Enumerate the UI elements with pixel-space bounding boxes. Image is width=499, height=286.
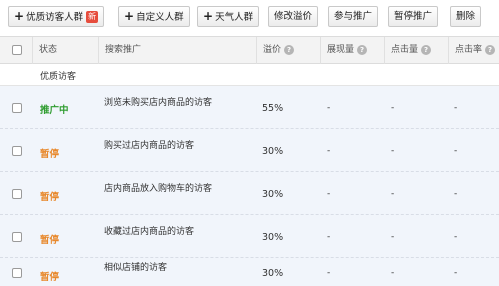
group-label: 优质访客: [40, 72, 77, 82]
table-row[interactable]: 暂停 店内商品放入购物车的访客 30% - - -: [0, 172, 499, 215]
header-search-promotion: 搜索推广: [98, 37, 256, 64]
toolbar: + 优质访客人群新 + 自定义人群 + 天气人群 修改溢价 参与推广 暂停推广 删除: [0, 0, 499, 34]
premium-value[interactable]: 30%: [262, 268, 283, 279]
impressions-value: -: [327, 189, 331, 199]
plus-icon: +: [124, 9, 135, 23]
clicks-value: -: [391, 103, 395, 113]
impressions-value: -: [327, 146, 331, 156]
impressions-value: -: [327, 103, 331, 113]
impressions-value: -: [327, 268, 331, 278]
row-checkbox[interactable]: [12, 103, 22, 113]
audience-name: 收藏过店内商品的访客: [104, 227, 195, 237]
row-checkbox[interactable]: [12, 189, 22, 199]
ctr-value: -: [454, 189, 458, 199]
premium-value[interactable]: 30%: [262, 232, 283, 243]
clicks-value: -: [391, 146, 395, 156]
audience-name: 浏览未购买店内商品的访客: [104, 98, 213, 108]
edit-premium-label: 修改溢价: [274, 11, 313, 22]
add-quality-visitors-button[interactable]: + 优质访客人群新: [8, 6, 105, 27]
join-promotion-label: 参与推广: [334, 11, 373, 22]
plus-icon: +: [203, 9, 214, 23]
premium-value[interactable]: 55%: [262, 103, 283, 114]
add-custom-audience-label: 自定义人群: [136, 12, 184, 23]
premium-value[interactable]: 30%: [262, 146, 283, 157]
help-icon[interactable]: ?: [485, 45, 496, 55]
header-status: 状态: [32, 37, 98, 64]
join-promotion-button[interactable]: 参与推广: [328, 6, 379, 27]
status-badge: 推广中: [40, 105, 69, 116]
help-icon[interactable]: ?: [421, 45, 432, 55]
header-impressions[interactable]: 展现量?: [320, 37, 384, 64]
clicks-value: -: [391, 268, 395, 278]
row-checkbox[interactable]: [12, 232, 22, 242]
pause-promotion-button[interactable]: 暂停推广: [388, 6, 439, 27]
table-row[interactable]: 暂停 购买过店内商品的访客 30% - - -: [0, 129, 499, 172]
delete-label: 删除: [456, 11, 476, 22]
row-checkbox[interactable]: [12, 146, 22, 156]
impressions-value: -: [327, 232, 331, 242]
table-row[interactable]: 推广中 浏览未购买店内商品的访客 55% - - -: [0, 86, 499, 129]
group-row-quality-visitors: 优质访客: [0, 64, 499, 86]
delete-button[interactable]: 删除: [450, 6, 482, 27]
table-row[interactable]: 暂停 相似店铺的访客 30% - - -: [0, 258, 499, 286]
ctr-value: -: [454, 146, 458, 156]
add-custom-audience-button[interactable]: + 自定义人群: [118, 6, 190, 27]
add-weather-audience-label: 天气人群: [215, 12, 254, 23]
table-header: 状态 搜索推广 溢价? 展现量? 点击量? 点击率?: [0, 36, 499, 64]
header-ctr[interactable]: 点击率?: [448, 37, 499, 64]
status-badge: 暂停: [40, 272, 60, 283]
edit-premium-button[interactable]: 修改溢价: [268, 6, 319, 27]
premium-value[interactable]: 30%: [262, 189, 283, 200]
new-badge: 新: [86, 11, 99, 23]
ctr-value: -: [454, 268, 458, 278]
ctr-value: -: [454, 103, 458, 113]
pause-promotion-label: 暂停推广: [394, 11, 433, 22]
help-icon[interactable]: ?: [357, 45, 368, 55]
table-row[interactable]: 暂停 收藏过店内商品的访客 30% - - -: [0, 215, 499, 258]
audience-name: 相似店铺的访客: [104, 263, 168, 273]
select-all-checkbox[interactable]: [12, 45, 22, 55]
clicks-value: -: [391, 189, 395, 199]
audience-name: 店内商品放入购物车的访客: [104, 184, 213, 194]
status-badge: 暂停: [40, 235, 60, 246]
add-weather-audience-button[interactable]: + 天气人群: [197, 6, 260, 27]
add-quality-visitors-label: 优质访客人群: [26, 12, 84, 23]
status-badge: 暂停: [40, 149, 60, 160]
row-checkbox[interactable]: [12, 268, 22, 278]
help-icon[interactable]: ?: [284, 45, 295, 55]
audience-name: 购买过店内商品的访客: [104, 141, 195, 151]
clicks-value: -: [391, 232, 395, 242]
header-premium[interactable]: 溢价?: [256, 37, 320, 64]
header-clicks[interactable]: 点击量?: [384, 37, 448, 64]
plus-icon: +: [14, 9, 25, 23]
status-badge: 暂停: [40, 192, 60, 203]
ctr-value: -: [454, 232, 458, 242]
